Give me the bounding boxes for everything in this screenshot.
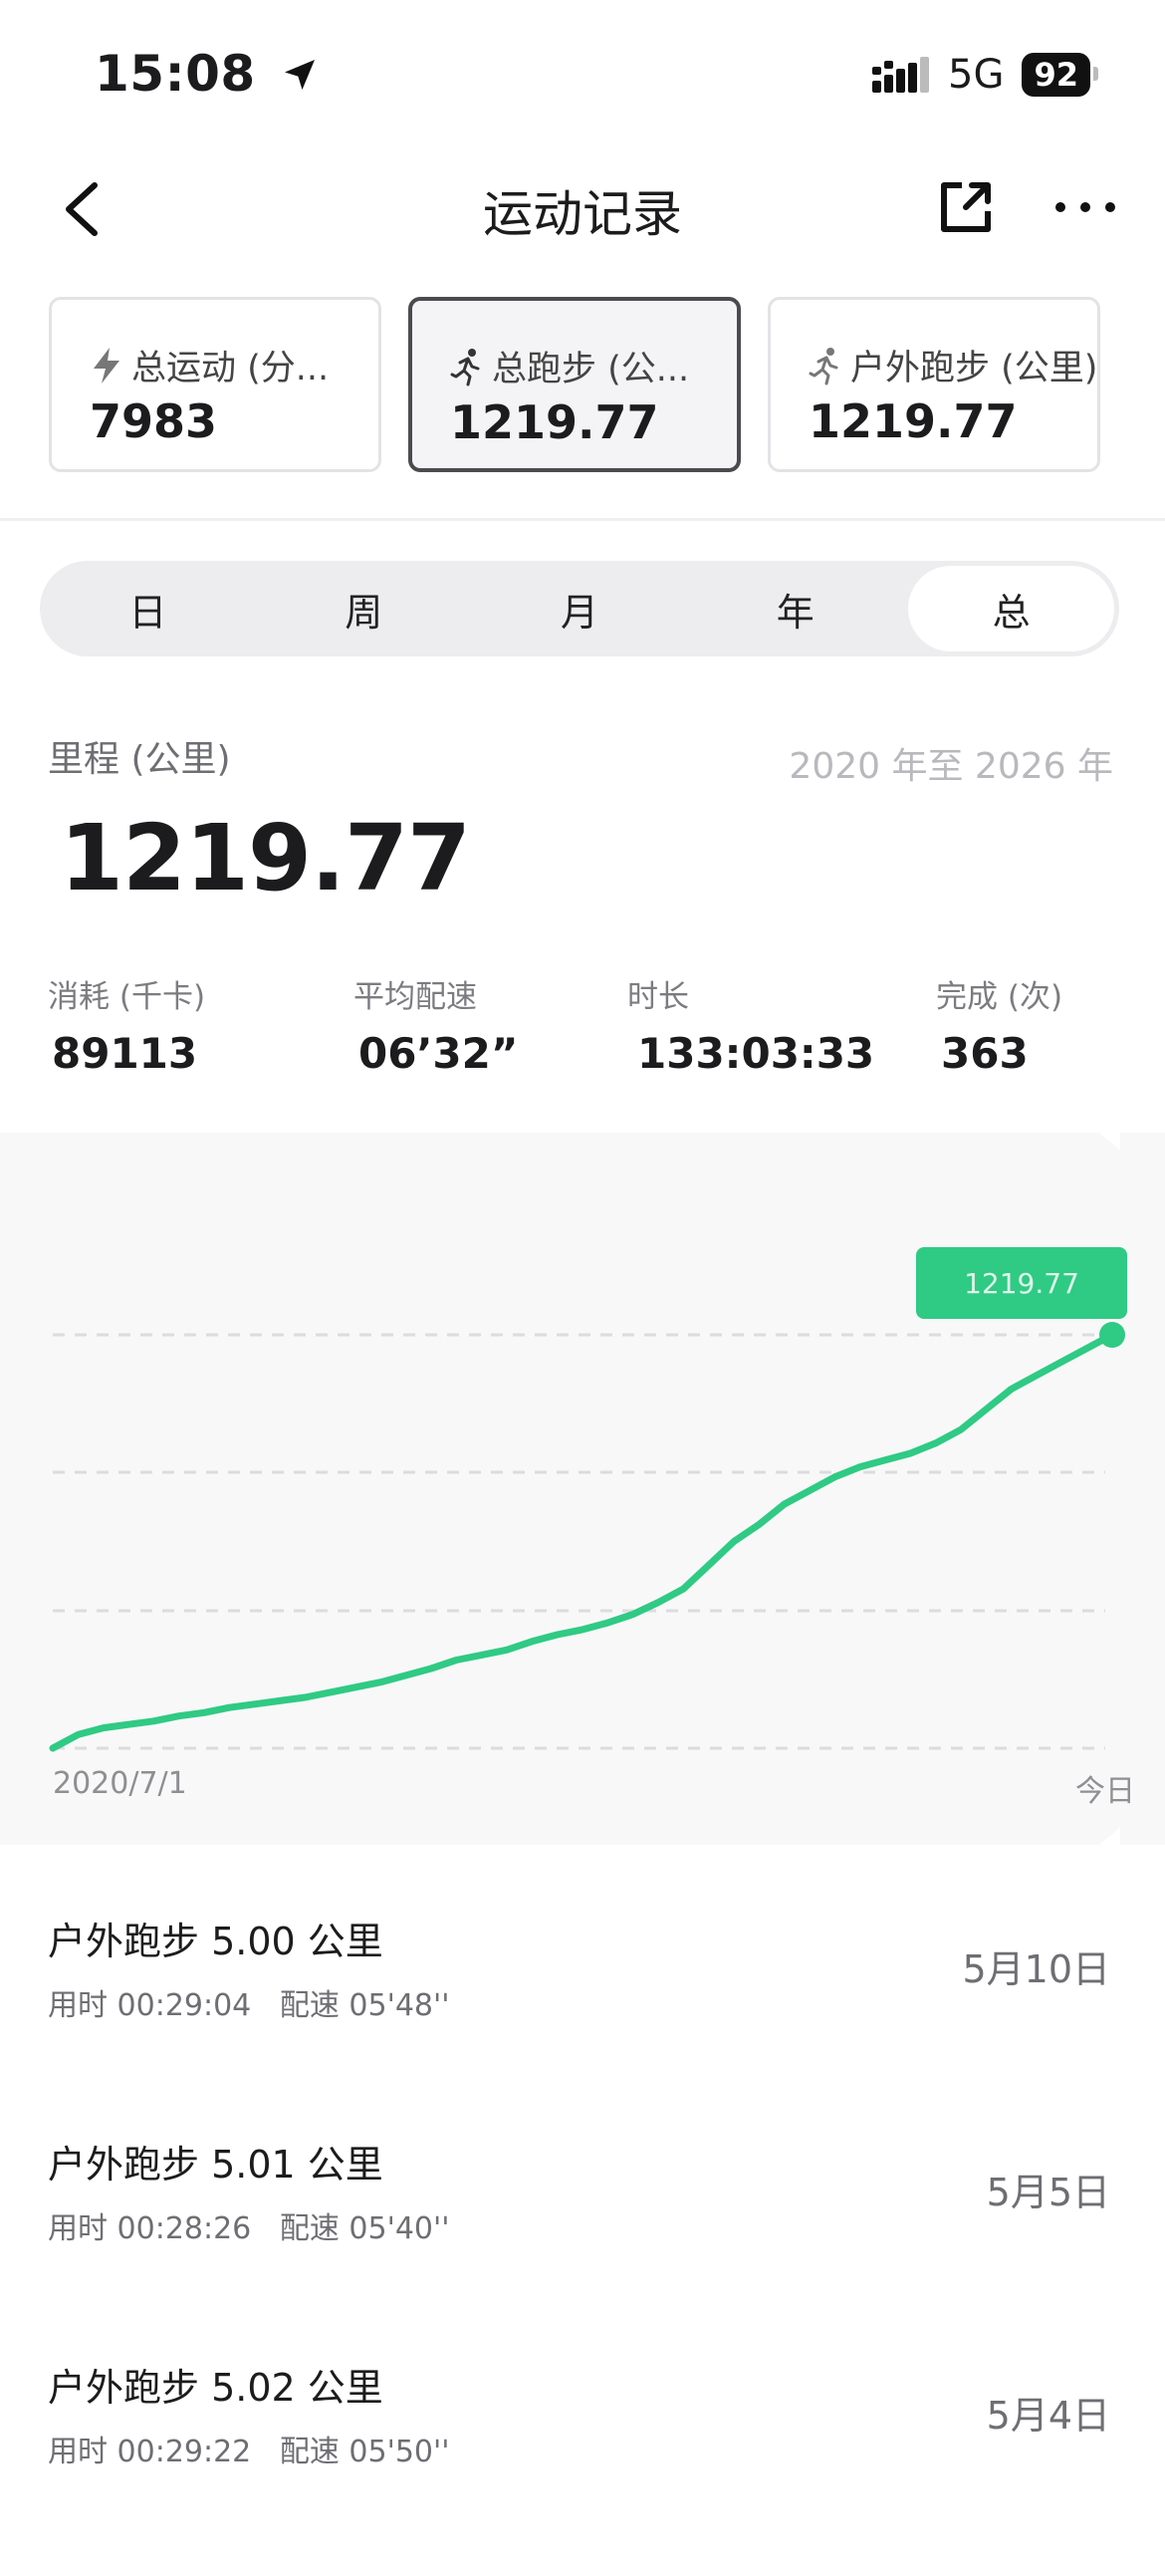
distance-label: 里程 (公里) [48, 739, 231, 780]
network-type: 5G [948, 52, 1005, 98]
list-item[interactable]: 户外跑步 5.00 公里 用时 00:29:04 配速 05'48'' 5月10… [0, 1911, 1165, 2130]
series-end-point [1099, 1322, 1125, 1348]
share-icon[interactable] [936, 177, 996, 237]
status-time: 15:08 [95, 45, 320, 103]
card-head: 总跑步 (公... [450, 341, 689, 391]
list-item[interactable]: 户外跑步 5.01 公里 用时 00:28:26 配速 05'40'' 5月5日 [0, 2134, 1165, 2353]
stat-pace-label: 平均配速 [353, 979, 477, 1015]
record-date: 5月5日 [986, 2171, 1110, 2214]
card-head: 总运动 (分... [90, 340, 329, 390]
card-label: 总跑步 (公... [492, 350, 690, 389]
runner-icon [450, 348, 480, 386]
stat-calories-value: 89113 [52, 1029, 198, 1078]
stat-pace-value: 06’32” [358, 1029, 519, 1078]
card-head: 户外跑步 (公里) [809, 340, 1097, 390]
record-title: 户外跑步 5.01 公里 [48, 2143, 383, 2187]
period-segmented-control: 日 周 月 年 总 [40, 561, 1119, 656]
battery-indicator: 92 [1022, 53, 1098, 97]
segment-month[interactable]: 月 [477, 566, 683, 651]
cumulative-distance-chart [49, 1133, 1125, 1845]
stat-duration-value: 133:03:33 [637, 1029, 875, 1078]
card-value: 7983 [90, 394, 218, 448]
more-icon[interactable] [1050, 177, 1120, 237]
runner-icon [809, 347, 838, 385]
card-value: 1219.77 [450, 395, 659, 449]
card-total-exercise[interactable]: 总运动 (分... 7983 [49, 297, 381, 472]
card-outdoor-running[interactable]: 户外跑步 (公里) 1219.77 [768, 297, 1100, 472]
divider [0, 518, 1165, 521]
list-item[interactable]: 户外跑步 5.02 公里 用时 00:29:22 配速 05'50'' 5月4日 [0, 2357, 1165, 2576]
location-arrow-icon [284, 60, 315, 90]
card-label: 总运动 (分... [131, 349, 330, 388]
chart-tooltip: 1219.77 [916, 1247, 1127, 1319]
series-line [49, 1331, 1116, 1752]
x-axis-end-label: 今日 [1075, 1774, 1135, 1809]
distance-value: 1219.77 [60, 805, 471, 911]
record-date: 5月10日 [962, 1947, 1110, 1991]
chart-area [0, 1133, 1165, 1845]
segment-week[interactable]: 周 [261, 566, 467, 651]
segment-day[interactable]: 日 [45, 566, 251, 651]
segment-year[interactable]: 年 [692, 566, 898, 651]
record-subtitle: 用时 00:29:22 配速 05'50'' [48, 2435, 450, 2469]
stat-calories-label: 消耗 (千卡) [48, 979, 206, 1015]
record-subtitle: 用时 00:28:26 配速 05'40'' [48, 2211, 450, 2246]
date-range: 2020 年至 2026 年 [789, 746, 1113, 787]
bolt-icon [94, 347, 119, 384]
card-value: 1219.77 [809, 394, 1018, 448]
record-title: 户外跑步 5.00 公里 [48, 1920, 383, 1963]
stat-count-value: 363 [941, 1029, 1029, 1078]
x-axis-start-label: 2020/7/1 [53, 1766, 187, 1801]
stat-count-label: 完成 (次) [936, 979, 1063, 1015]
record-title: 户外跑步 5.02 公里 [48, 2366, 383, 2410]
record-date: 5月4日 [986, 2394, 1110, 2438]
segment-total[interactable]: 总 [908, 566, 1114, 651]
stat-duration-label: 时长 [627, 979, 689, 1015]
card-total-running[interactable]: 总跑步 (公... 1219.77 [408, 297, 741, 472]
card-label: 户外跑步 (公里) [850, 349, 1098, 388]
record-subtitle: 用时 00:29:04 配速 05'48'' [48, 1988, 450, 2023]
status-indicators: 5G 92 [872, 52, 1098, 98]
signal-icon [872, 57, 930, 93]
